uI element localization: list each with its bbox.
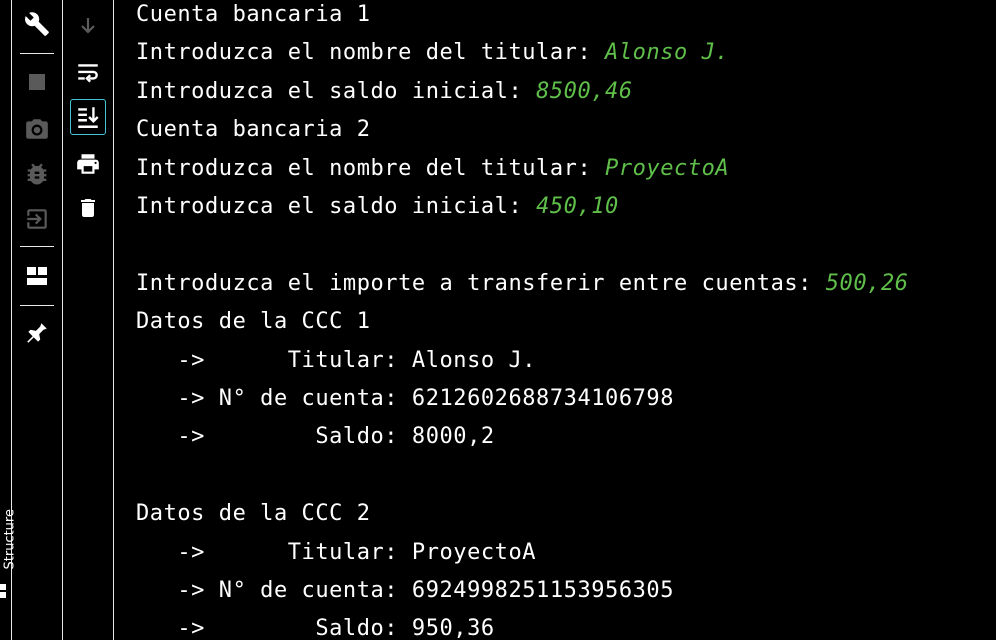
stop-button[interactable]: [19, 64, 55, 100]
print-icon: [77, 154, 99, 174]
console-output-text: -> Titular: Alonso J.: [136, 347, 537, 373]
console-line: Datos de la CCC 1: [136, 307, 371, 337]
scroll-down-icon: [81, 18, 95, 34]
wrench-icon: [25, 12, 49, 36]
pin-icon: [27, 323, 47, 343]
toolbar-separator: [20, 53, 54, 54]
console-output-text: Cuenta bancaria 1: [136, 2, 371, 27]
settings-button[interactable]: [19, 6, 55, 42]
console-line: -> Titular: Alonso J.: [136, 346, 536, 376]
console-output[interactable]: Cuenta bancaria 1 Introduzca el nombre de…: [136, 0, 996, 640]
console-line: -> Titular: ProyectoA: [136, 538, 536, 568]
exit-button[interactable]: [19, 201, 55, 237]
console-output-text: Introduzca el saldo inicial:: [136, 194, 537, 219]
scroll-to-end-icon: [78, 107, 99, 128]
debug-button[interactable]: [19, 156, 55, 192]
scroll-down-button[interactable]: [70, 8, 106, 44]
console-toolbar: [63, 0, 114, 640]
screenshot-button[interactable]: [19, 111, 55, 147]
console-line: Introduzca el nombre del titular: Proyec…: [136, 154, 729, 184]
console-line: -> N° de cuenta: 6212602688734106798: [136, 384, 674, 414]
stop-icon: [29, 74, 45, 90]
trash-icon: [81, 199, 95, 217]
console-output-text: Introduzca el nombre del titular:: [136, 40, 606, 66]
structure-icon: [0, 584, 6, 598]
layout-button[interactable]: [19, 258, 55, 294]
debug-icon: [27, 163, 47, 185]
console-user-input: Alonso J.: [605, 40, 730, 66]
exit-icon: [27, 209, 47, 229]
pin-button[interactable]: [19, 315, 55, 351]
console-output-text: Datos de la CCC 2: [136, 501, 371, 527]
console-output-text: -> Titular: ProyectoA: [136, 539, 537, 565]
console-user-input: ProyectoA: [605, 155, 730, 181]
console-output-text: Cuenta bancaria 2: [136, 117, 371, 143]
soft-wrap-icon: [78, 64, 98, 83]
console-output-text: -> Saldo: 950,36: [136, 616, 495, 640]
console-line: Cuenta bancaria 1: [136, 0, 371, 30]
console-line: Introduzca el saldo inicial: 8500,46: [136, 77, 633, 107]
console-line: Introduzca el importe a transferir entre…: [136, 269, 909, 299]
scroll-to-end-button[interactable]: [70, 99, 106, 135]
console-output-text: Introduzca el importe a transferir entre…: [136, 270, 826, 296]
console-line: Datos de la CCC 2: [136, 499, 371, 529]
layout-icon: [27, 267, 47, 285]
console-user-input: 500,26: [825, 270, 909, 296]
console-user-input: 450,10: [536, 194, 619, 219]
clear-console-button[interactable]: [70, 190, 106, 226]
print-button[interactable]: [70, 146, 106, 182]
console-output-text: Datos de la CCC 1: [136, 309, 371, 335]
console-output-text: -> Saldo: 8000,2: [136, 424, 495, 450]
soft-wrap-button[interactable]: [70, 55, 106, 91]
console-line: Cuenta bancaria 2: [136, 115, 371, 145]
console-line: -> Saldo: 8000,2: [136, 422, 495, 452]
console-line: -> N° de cuenta: 6924998251153956305: [136, 576, 674, 606]
console-user-input: 8500,46: [536, 78, 633, 104]
console-output-text: Introduzca el saldo inicial:: [136, 78, 537, 104]
console-line: Introduzca el saldo inicial: 450,10: [136, 192, 619, 222]
camera-icon: [26, 119, 48, 139]
structure-side-panel[interactable]: Structure: [0, 0, 18, 640]
toolbar-separator: [20, 305, 54, 306]
console-line: Introduzca el nombre del titular: Alonso…: [136, 38, 729, 68]
console-output-text: -> N° de cuenta: 6212602688734106798: [136, 386, 675, 411]
toolbar-separator: [20, 246, 54, 247]
console-output-text: Introduzca el nombre del titular:: [136, 155, 606, 181]
console-line: -> Saldo: 950,36: [136, 614, 495, 640]
console-output-text: -> N° de cuenta: 6924998251153956305: [136, 578, 675, 603]
run-toolbar: [12, 0, 63, 640]
